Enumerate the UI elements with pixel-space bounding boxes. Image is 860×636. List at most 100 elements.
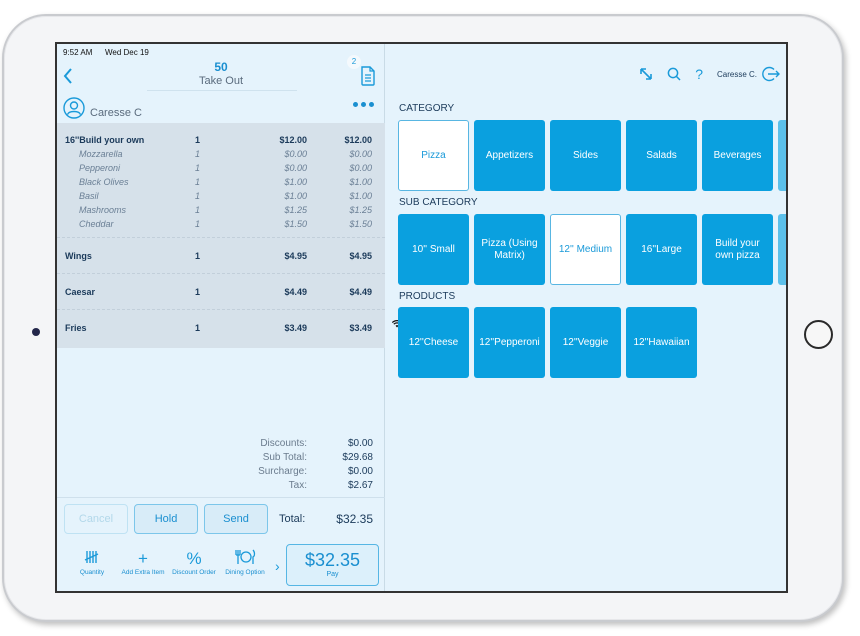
modifier-price: $1.25 <box>284 205 307 215</box>
help-icon[interactable]: ? <box>695 66 703 82</box>
subcategory-tiles: 10'' Small Pizza (Using Matrix) 12'' Med… <box>398 214 786 285</box>
category-tile-overflow[interactable] <box>778 120 786 191</box>
receipt-icon[interactable] <box>360 66 376 86</box>
modifier-total: $0.00 <box>349 163 372 173</box>
totals-label: Sub Total: <box>262 452 307 463</box>
pay-label: Pay <box>326 571 339 578</box>
tool-label: Quantity <box>79 569 105 576</box>
order-item-row[interactable]: Wings 1 $4.95 $4.95 <box>57 238 385 274</box>
quantity-button[interactable]: Quantity <box>67 549 117 577</box>
modifier-row: Mozzarella 1 $0.00 $0.00 <box>57 149 385 163</box>
order-item-row[interactable]: Fries 1 $3.49 $3.49 <box>57 310 385 346</box>
pay-amount: $32.35 <box>304 550 361 570</box>
screen: 9:52 AM Wed Dec 19 99% 50 Take Out 2 Car… <box>55 42 788 593</box>
header-divider <box>147 90 297 91</box>
menu-panel: ? Caresse C. CATEGORY Pizza Appetizers S… <box>386 44 786 591</box>
modifier-name: Basil <box>79 191 99 201</box>
send-button[interactable]: Send <box>204 504 268 534</box>
totals-label: Tax: <box>288 480 307 491</box>
modifier-row: Mashrooms 1 $1.25 $1.25 <box>57 205 385 219</box>
discount-order-button[interactable]: % Discount Order <box>169 549 219 577</box>
category-tiles: Pizza Appetizers Sides Salads Beverages <box>398 120 786 191</box>
chevron-right-icon[interactable]: › <box>275 558 280 574</box>
customer-name: Caresse C <box>90 107 142 119</box>
totals-divider <box>57 497 385 498</box>
category-label: CATEGORY <box>399 103 455 114</box>
modifier-price: $0.00 <box>284 149 307 159</box>
modifier-price: $0.00 <box>284 163 307 173</box>
modifier-row: Black Olives 1 $1.00 $1.00 <box>57 177 385 191</box>
modifier-name: Black Olives <box>79 177 129 187</box>
modifier-total: $0.00 <box>349 149 372 159</box>
item-total: $12.00 <box>344 135 372 145</box>
discounts-row: Discounts: $0.00 <box>57 438 385 452</box>
item-price: $12.00 <box>279 135 307 145</box>
modifier-qty: 1 <box>195 177 201 187</box>
subcategory-tile-overflow[interactable] <box>778 214 786 285</box>
plus-icon: + <box>138 549 148 568</box>
modifier-name: Cheddar <box>79 219 114 229</box>
pay-button[interactable]: $32.35 Pay <box>286 544 379 586</box>
modifier-row: Cheddar 1 $1.50 $1.50 <box>57 219 385 233</box>
modifier-row: Pepperoni 1 $0.00 $0.00 <box>57 163 385 177</box>
products-label: PRODUCTS <box>399 291 456 302</box>
add-extra-item-button[interactable]: + Add Extra Item <box>118 549 168 577</box>
modifier-qty: 1 <box>195 163 201 173</box>
camera <box>32 328 40 336</box>
product-tile[interactable]: 12''Pepperoni <box>474 307 545 378</box>
subcategory-tile[interactable]: Build your own pizza <box>702 214 773 285</box>
item-total: $3.49 <box>349 323 372 333</box>
category-tile[interactable]: Pizza <box>398 120 469 191</box>
subcategory-tile[interactable]: Pizza (Using Matrix) <box>474 214 545 285</box>
order-type[interactable]: Take Out <box>57 75 385 87</box>
logged-in-user: Caresse C. <box>716 69 757 79</box>
more-options-icon[interactable] <box>353 102 374 107</box>
totals-value: $2.67 <box>347 480 373 491</box>
item-name: Fries <box>65 323 87 333</box>
cancel-button[interactable]: Cancel <box>64 504 128 534</box>
item-qty: 1 <box>195 251 201 261</box>
modifier-price: $1.00 <box>284 177 307 187</box>
category-tile[interactable]: Salads <box>626 120 697 191</box>
item-price: $4.49 <box>284 287 307 297</box>
modifier-total: $1.00 <box>349 177 372 187</box>
totals-value: $0.00 <box>347 438 373 449</box>
item-name: Caesar <box>65 287 96 297</box>
item-name: 16''Build your own <box>65 135 145 145</box>
modifier-name: Pepperoni <box>79 163 121 173</box>
order-item-row[interactable]: Caesar 1 $4.49 $4.49 <box>57 274 385 310</box>
expand-icon[interactable] <box>639 67 653 81</box>
product-tile[interactable]: 12''Hawaiian <box>626 307 697 378</box>
surcharge-row: Surcharge: $0.00 <box>57 466 385 480</box>
modifier-qty: 1 <box>195 191 201 201</box>
category-tile[interactable]: Appetizers <box>474 120 545 191</box>
dining-option-button[interactable]: Dining Option <box>220 549 270 577</box>
modifier-qty: 1 <box>195 205 201 215</box>
search-icon[interactable] <box>667 67 681 81</box>
customer[interactable]: Caresse C <box>63 96 142 119</box>
subcategory-tile[interactable]: 12'' Medium <box>550 214 621 285</box>
totals-label: Surcharge: <box>258 466 307 477</box>
category-tile[interactable]: Beverages <box>702 120 773 191</box>
hold-button[interactable]: Hold <box>134 504 198 534</box>
order-item-row[interactable]: 16''Build your own 1 $12.00 $12.00 Mozza… <box>57 123 385 238</box>
item-qty: 1 <box>195 287 201 297</box>
product-tiles: 12''Cheese 12''Pepperoni 12''Veggie 12''… <box>398 307 697 378</box>
category-tile[interactable]: Sides <box>550 120 621 191</box>
item-price: $4.95 <box>284 251 307 261</box>
item-qty: 1 <box>195 135 201 145</box>
home-button[interactable] <box>804 320 833 349</box>
subcategory-tile[interactable]: 16''Large <box>626 214 697 285</box>
logout-icon[interactable] <box>762 66 780 82</box>
receipt-count-badge: 2 <box>347 55 361 69</box>
total-value: $32.35 <box>336 512 373 526</box>
order-panel: 50 Take Out 2 Caresse C 16''Build your o… <box>57 44 385 591</box>
tally-icon <box>67 549 117 569</box>
modifier-price: $1.00 <box>284 191 307 201</box>
item-name: Wings <box>65 251 92 261</box>
tax-row: Tax: $2.67 <box>57 480 385 494</box>
product-tile[interactable]: 12''Cheese <box>398 307 469 378</box>
percent-icon: % <box>186 549 202 568</box>
subcategory-tile[interactable]: 10'' Small <box>398 214 469 285</box>
product-tile[interactable]: 12''Veggie <box>550 307 621 378</box>
